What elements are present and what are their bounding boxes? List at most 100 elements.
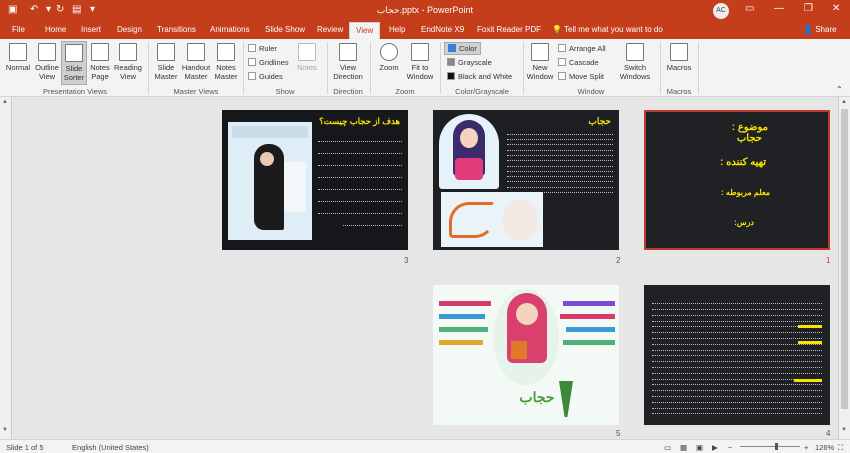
view-direction-button[interactable]: View Direction bbox=[332, 43, 364, 81]
share-button[interactable]: 👤 Share bbox=[803, 25, 837, 34]
outline-view-icon bbox=[38, 43, 56, 61]
vertical-scrollbar[interactable]: ▲ ▼ bbox=[838, 97, 850, 439]
maximize-icon[interactable]: ❐ bbox=[804, 3, 813, 14]
zoom-in-icon[interactable]: + bbox=[804, 443, 808, 452]
new-window-icon bbox=[531, 43, 549, 61]
tab-endnote[interactable]: EndNote X9 bbox=[421, 25, 464, 34]
tell-me-search[interactable]: 💡 Tell me what you want to do bbox=[552, 25, 663, 34]
switch-windows-icon bbox=[626, 43, 644, 61]
slide-sorter-icon[interactable]: ▦ bbox=[680, 443, 687, 452]
reading-view-button[interactable]: Reading View bbox=[113, 43, 143, 81]
fit-slide-icon[interactable]: ⛶ bbox=[838, 443, 843, 453]
tab-file[interactable]: File bbox=[12, 25, 25, 34]
guides-checkbox[interactable]: Guides bbox=[248, 72, 283, 81]
tab-transitions[interactable]: Transitions bbox=[157, 25, 196, 34]
checkbox-icon bbox=[248, 44, 256, 52]
slide-thumbnail-2[interactable]: حجاب bbox=[433, 110, 619, 250]
zoom-button[interactable]: Zoom bbox=[376, 43, 402, 72]
slide3-title: هدف از حجاب چیست؟ bbox=[319, 116, 400, 126]
checkbox-icon bbox=[248, 72, 256, 80]
minimize-icon[interactable]: — bbox=[774, 3, 784, 14]
cascade-icon bbox=[558, 58, 566, 66]
zoom-slider-thumb[interactable] bbox=[775, 443, 778, 450]
outline-view-button[interactable]: Outline View bbox=[33, 43, 61, 81]
tab-help[interactable]: Help bbox=[389, 25, 405, 34]
grayscale-button[interactable]: Grayscale bbox=[447, 58, 492, 67]
tab-design[interactable]: Design bbox=[117, 25, 142, 34]
slide-thumbnail-5[interactable]: حجاب bbox=[433, 285, 619, 425]
status-bar: Slide 1 of 5 English (United States) ▭ ▦… bbox=[0, 439, 850, 453]
normal-view-button[interactable]: Normal bbox=[4, 43, 32, 72]
new-window-button[interactable]: New Window bbox=[526, 43, 554, 81]
ruler-checkbox[interactable]: Ruler bbox=[248, 44, 277, 53]
zoom-out-icon[interactable]: − bbox=[728, 443, 732, 452]
notes-page-icon bbox=[91, 43, 109, 61]
handout-master-button[interactable]: Handout Master bbox=[180, 43, 212, 81]
slide1-topic-value: حجاب bbox=[736, 133, 762, 144]
slide-master-button[interactable]: Slide Master bbox=[152, 43, 180, 81]
scroll-down-icon[interactable]: ▼ bbox=[841, 427, 847, 433]
macros-button[interactable]: Macros bbox=[664, 43, 694, 72]
collapse-ribbon-icon[interactable]: ⌃ bbox=[836, 85, 843, 94]
slide-number-5: 5 bbox=[616, 429, 621, 438]
ribbon-display-icon[interactable]: ▭ bbox=[745, 3, 754, 14]
left-scrollbar[interactable]: ▲ ▼ bbox=[0, 97, 12, 439]
notes-master-icon bbox=[217, 43, 235, 61]
tab-foxit[interactable]: Foxit Reader PDF bbox=[477, 25, 541, 34]
separator bbox=[243, 42, 244, 94]
avatar[interactable]: AC bbox=[713, 3, 729, 19]
notes-button[interactable]: Notes bbox=[292, 43, 322, 72]
arrange-icon bbox=[558, 44, 566, 52]
slide-sorter-button[interactable]: Slide Sorter bbox=[61, 41, 87, 85]
tab-home[interactable]: Home bbox=[45, 25, 66, 34]
group-label-window: Window bbox=[577, 87, 605, 96]
slide1-topic-label: موضوع : bbox=[731, 122, 768, 133]
slide-number-4: 4 bbox=[826, 429, 831, 438]
slide-number-1: 1 bbox=[826, 256, 831, 265]
separator bbox=[370, 42, 371, 94]
slide3-body-text bbox=[318, 130, 402, 227]
slideshow-icon[interactable]: ▶ bbox=[712, 443, 718, 452]
slide-thumbnail-4[interactable] bbox=[644, 285, 830, 425]
tab-slideshow[interactable]: Slide Show bbox=[265, 25, 305, 34]
slide1-subject-label: درس: bbox=[734, 218, 754, 227]
switch-windows-button[interactable]: Switch Windows bbox=[616, 43, 654, 81]
arrange-all-button[interactable]: Arrange All bbox=[558, 44, 606, 53]
slide5-right-labels bbox=[557, 297, 615, 367]
move-split-button[interactable]: Move Split bbox=[558, 72, 604, 81]
ribbon: Normal Outline View Slide Sorter Notes P… bbox=[0, 39, 850, 97]
tab-view[interactable]: View bbox=[349, 22, 381, 39]
color-button[interactable]: Color bbox=[444, 42, 481, 55]
scroll-thumb[interactable] bbox=[841, 109, 848, 409]
slide-sorter-icon bbox=[65, 44, 83, 62]
reading-view-icon[interactable]: ▣ bbox=[696, 443, 703, 452]
normal-view-icon[interactable]: ▭ bbox=[664, 443, 671, 452]
zoom-slider[interactable] bbox=[740, 446, 800, 447]
black-white-button[interactable]: Black and White bbox=[447, 72, 512, 81]
slide-thumbnail-1[interactable]: موضوع : حجاب تهیه کننده : معلم مربوطه : … bbox=[644, 110, 830, 250]
notes-master-button[interactable]: Notes Master bbox=[212, 43, 240, 81]
close-icon[interactable]: ✕ bbox=[832, 3, 840, 14]
scroll-up-icon[interactable]: ▲ bbox=[2, 99, 8, 105]
tab-animations[interactable]: Animations bbox=[210, 25, 250, 34]
slide4-body-text bbox=[652, 299, 822, 415]
slide-thumbnail-3[interactable]: هدف از حجاب چیست؟ bbox=[222, 110, 408, 250]
group-label-zoom: Zoom bbox=[395, 87, 415, 96]
fit-window-icon bbox=[411, 43, 429, 61]
tab-insert[interactable]: Insert bbox=[81, 25, 101, 34]
gridlines-checkbox[interactable]: Gridlines bbox=[248, 58, 289, 67]
tab-review[interactable]: Review bbox=[317, 25, 343, 34]
zoom-level[interactable]: 126% bbox=[815, 443, 834, 452]
slide-number-3: 3 bbox=[404, 256, 409, 265]
cascade-button[interactable]: Cascade bbox=[558, 58, 599, 67]
language-status[interactable]: English (United States) bbox=[72, 443, 149, 452]
checkbox-icon bbox=[248, 58, 256, 66]
slide2-body-text bbox=[507, 130, 613, 194]
scroll-down-icon[interactable]: ▼ bbox=[2, 427, 8, 433]
lightbulb-icon: 💡 bbox=[552, 25, 562, 34]
separator bbox=[523, 42, 524, 94]
notes-page-button[interactable]: Notes Page bbox=[88, 43, 112, 81]
fit-to-window-button[interactable]: Fit to Window bbox=[404, 43, 436, 81]
color-icon bbox=[448, 44, 456, 52]
scroll-up-icon[interactable]: ▲ bbox=[841, 99, 847, 105]
